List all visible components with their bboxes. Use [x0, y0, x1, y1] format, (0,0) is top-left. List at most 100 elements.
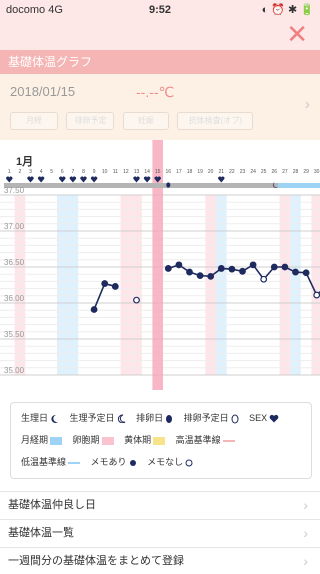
record-temperature: --.--℃	[136, 84, 175, 100]
x-tick-label: 6	[61, 169, 64, 175]
x-tick-label: 18	[187, 169, 193, 175]
legend-row-2: 月経期 卵胞期 黄体期 高温基準線	[21, 433, 243, 446]
x-tick-label: 3	[29, 169, 32, 175]
month-label: 1月	[16, 155, 33, 168]
swatch-menstrual	[50, 436, 63, 445]
x-tick-label: 28	[293, 169, 299, 175]
x-tick-label: 22	[229, 169, 235, 175]
phase-stripe	[279, 195, 291, 375]
x-tick-label: 10	[102, 169, 108, 175]
heart-icon	[6, 176, 13, 183]
temperature-point	[313, 291, 320, 299]
egg-filled-icon	[166, 182, 171, 188]
x-tick-label: 23	[240, 169, 246, 175]
legend-follicular-phase: 卵胞期	[73, 433, 114, 446]
page-title-bar: 基礎体温グラフ	[0, 50, 320, 74]
page-title: 基礎体温グラフ	[8, 55, 93, 69]
heart-icon	[269, 415, 279, 423]
x-tick-label: 12	[123, 169, 129, 175]
egg-filled-icon	[166, 414, 173, 423]
temperature-point	[302, 269, 310, 277]
legend-ovulation-expected: 排卵予定日	[184, 411, 239, 424]
temperature-point	[239, 267, 246, 275]
legend-row-3: 低温基準線 メモあり メモなし	[21, 455, 201, 468]
swatch-luteal	[153, 436, 166, 445]
y-tick-label: 36.00	[4, 294, 25, 303]
phase-stripe	[57, 195, 68, 375]
heart-icon	[27, 176, 34, 183]
chevron-right-icon: ›	[303, 525, 308, 541]
legend-row-1: 生理日 生理予定日 排卵日 排卵予定日 SEX	[21, 411, 287, 424]
legend-memo-yes: メモあり	[91, 455, 137, 468]
x-tick-label: 14	[144, 169, 150, 175]
close-icon[interactable]: ✕	[286, 20, 308, 48]
x-tick-label: 20	[208, 169, 214, 175]
tag-pregnancy-button[interactable]: 妊娠	[122, 112, 169, 130]
legend-menstrual-phase: 月経期	[21, 433, 63, 446]
phase-stripe	[131, 195, 142, 375]
nav-bar: ✕	[0, 20, 320, 50]
x-tick-label: 8	[82, 169, 85, 175]
y-tick-label: 35.00	[4, 366, 25, 375]
temperature-point	[186, 268, 193, 276]
egg-outline-icon	[231, 414, 239, 424]
temperature-point	[249, 261, 257, 269]
swatch-high-baseline	[222, 439, 235, 442]
menu-item-temperature-list[interactable]: 基礎体温一覧 ›	[0, 519, 320, 546]
x-tick-label: 24	[250, 169, 256, 175]
y-tick-label: 37.50	[4, 186, 25, 195]
x-tick-label: 15	[155, 169, 161, 175]
y-tick-label: 36.50	[4, 258, 25, 267]
tag-ovulation-button[interactable]: 排卵予定	[66, 112, 115, 130]
swatch-follicular	[101, 436, 114, 445]
swatch-low-baseline	[68, 461, 81, 464]
heart-icon	[59, 176, 66, 183]
x-tick-label: 27	[282, 169, 288, 175]
temperature-point	[196, 272, 204, 280]
x-tick-label: 1	[8, 169, 11, 175]
legend-high-baseline: 高温基準線	[176, 433, 235, 446]
record-tags: 月経 排卵予定 妊娠 抗体検査(オプ)	[10, 110, 257, 130]
heart-icon	[90, 176, 98, 183]
temperature-chart[interactable]: 1月1 2 3 4 5 6 7 8 9 10 11 12 13 14 15 16 17 18 19 20 21 22 23 2…	[0, 140, 320, 390]
tag-test-button[interactable]: 抗体検査(オプ)	[177, 112, 254, 130]
temperature-point	[90, 306, 98, 313]
x-tick-label: 11	[113, 169, 118, 175]
cycle-bar	[4, 183, 278, 188]
memo-outline-icon	[185, 459, 193, 467]
heart-icon	[69, 176, 77, 183]
record-date: 2018/01/15	[10, 84, 76, 99]
legend-period-expected: 生理予定日	[70, 411, 126, 424]
chevron-right-icon[interactable]: ›	[305, 96, 310, 114]
moon-filled-icon	[51, 415, 59, 424]
temperature-point	[292, 268, 299, 276]
x-tick-label: 9	[93, 169, 96, 175]
heart-icon	[37, 176, 45, 183]
y-tick-label: 35.50	[4, 330, 25, 339]
temperature-point	[175, 261, 183, 269]
x-tick-label: 21	[219, 169, 225, 175]
temperature-point	[281, 263, 289, 271]
phase-stripe	[120, 195, 132, 375]
x-tick-label: 13	[134, 169, 140, 175]
x-tick-label: 26	[272, 169, 278, 175]
tag-menstruation-button[interactable]: 月経	[10, 112, 58, 130]
menu-item-intimacy-days[interactable]: 基礎体温仲良し日 ›	[0, 491, 320, 518]
status-bar: docomo 4G 9:52 ◐ ⏰ ✱ 🔋	[0, 0, 320, 20]
moon-outline-icon	[117, 414, 125, 424]
x-tick-label: 30	[314, 169, 320, 175]
temperature-point	[207, 272, 215, 280]
temperature-point	[270, 263, 278, 271]
x-tick-label: 29	[303, 169, 309, 175]
x-tick-label: 5	[50, 169, 53, 175]
record-panel[interactable]: 2018/01/15 --.--℃ › 月経 排卵予定 妊娠 抗体検査(オプ)	[0, 74, 320, 140]
period-bar	[278, 183, 320, 188]
phase-stripe	[216, 195, 227, 375]
legend-luteal-phase: 黄体期	[124, 433, 166, 446]
legend-sex: SEX	[249, 413, 279, 423]
x-tick-label: 17	[176, 169, 182, 175]
temperature-point	[101, 280, 109, 287]
phase-stripe	[290, 195, 301, 375]
x-tick-label: 4	[40, 169, 43, 175]
chevron-right-icon: ›	[303, 497, 308, 513]
